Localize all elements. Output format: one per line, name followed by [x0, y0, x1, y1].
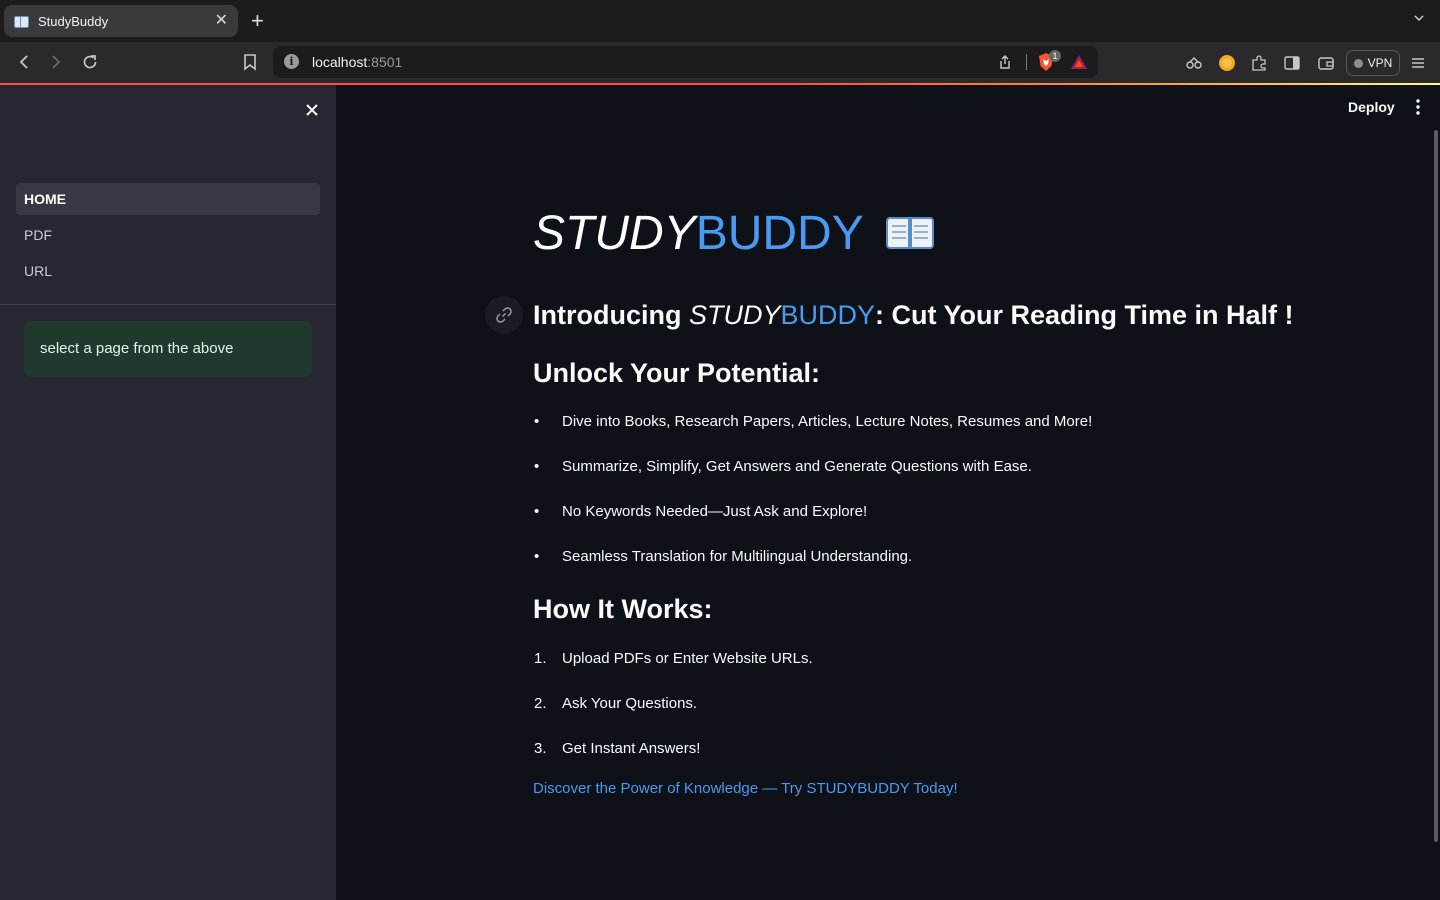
- close-sidebar-icon[interactable]: [302, 100, 322, 120]
- forward-icon[interactable]: [46, 52, 66, 72]
- bullet-icon: •: [534, 458, 540, 475]
- scrollbar[interactable]: [1434, 130, 1438, 842]
- sidebar-nav: HOME PDF URL: [16, 183, 320, 291]
- site-info-icon[interactable]: i: [284, 54, 299, 69]
- vpn-button[interactable]: VPN: [1346, 50, 1400, 76]
- bullet-icon: •: [534, 548, 540, 565]
- logo-buddy: BUDDY: [695, 207, 863, 260]
- app-logo-title: STUDYBUDDY: [533, 205, 935, 263]
- browser-tab-strip: StudyBuddy ✕ +: [0, 0, 1440, 42]
- back-icon[interactable]: [14, 52, 34, 72]
- sidebar-item-url[interactable]: URL: [16, 255, 320, 287]
- wallet-icon[interactable]: [1317, 54, 1335, 72]
- sidebar-item-pdf[interactable]: PDF: [16, 219, 320, 251]
- main-content: Deploy STUDYBUDDY Introducing STUDYBUDDY…: [336, 85, 1440, 900]
- vpn-label: VPN: [1367, 56, 1393, 70]
- sidebar: HOME PDF URL select a page from the abov…: [0, 85, 336, 900]
- heading-anchor-link[interactable]: [485, 296, 523, 334]
- address-bar[interactable]: i localhost:8501 1: [273, 46, 1098, 78]
- info-message: select a page from the above: [24, 321, 312, 377]
- bullet-icon: •: [534, 413, 540, 430]
- unlock-potential-heading: Unlock Your Potential:: [533, 358, 821, 388]
- menu-icon[interactable]: [1409, 54, 1427, 72]
- reload-icon[interactable]: [80, 52, 100, 72]
- intro-heading: Introducing STUDYBUDDY: Cut Your Reading…: [533, 300, 1294, 330]
- url-text[interactable]: localhost:8501: [312, 54, 402, 70]
- browser-toolbar: i localhost:8501 1 VPN: [0, 42, 1440, 83]
- chevron-down-icon[interactable]: [1414, 13, 1424, 23]
- book-favicon-icon: [14, 15, 29, 28]
- divider: [1026, 54, 1027, 70]
- browser-tab[interactable]: StudyBuddy ✕: [4, 5, 238, 37]
- cta-text: Discover the Power of Knowledge — Try ST…: [533, 780, 958, 797]
- how-it-works-heading: How It Works:: [533, 594, 713, 624]
- shields-count-badge: 1: [1049, 50, 1061, 62]
- tab-title: StudyBuddy: [38, 13, 109, 29]
- leo-ai-icon[interactable]: [1185, 54, 1203, 72]
- coin-extension-icon[interactable]: [1218, 54, 1236, 72]
- book-icon: [886, 213, 935, 251]
- bookmark-icon[interactable]: [240, 52, 260, 72]
- new-tab-button[interactable]: +: [251, 9, 264, 33]
- bullet-icon: •: [534, 503, 540, 520]
- bat-rewards-icon[interactable]: [1070, 53, 1088, 71]
- close-tab-icon[interactable]: ✕: [215, 13, 228, 29]
- extensions-icon[interactable]: [1250, 54, 1268, 72]
- logo-study: STUDY: [533, 207, 696, 260]
- share-icon[interactable]: [997, 54, 1013, 70]
- more-vertical-icon[interactable]: [1415, 99, 1421, 115]
- vpn-status-icon: [1353, 58, 1363, 68]
- sidebar-divider: [0, 304, 336, 305]
- link-icon: [496, 307, 512, 323]
- sidebar-item-home[interactable]: HOME: [16, 183, 320, 215]
- deploy-button[interactable]: Deploy: [1348, 99, 1395, 115]
- sidebar-toggle-icon[interactable]: [1283, 54, 1301, 72]
